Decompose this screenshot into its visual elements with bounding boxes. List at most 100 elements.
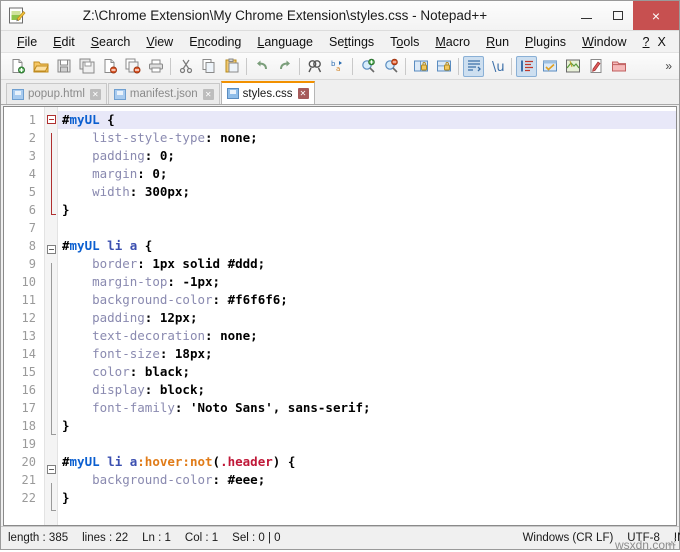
menu-edit[interactable]: Edit (45, 33, 83, 51)
paste-icon[interactable] (221, 56, 242, 77)
fold-cell[interactable] (45, 115, 57, 133)
fold-cell[interactable] (45, 299, 57, 317)
fold-cell[interactable] (45, 465, 57, 483)
fold-cell[interactable] (45, 223, 57, 241)
cut-icon[interactable] (175, 56, 196, 77)
menu-window[interactable]: Window (574, 33, 634, 51)
fold-cell[interactable] (45, 443, 57, 461)
code-line[interactable]: text-decoration: none; (58, 327, 676, 345)
print-icon[interactable] (145, 56, 166, 77)
code-line[interactable]: color: black; (58, 363, 676, 381)
tab-popup-html[interactable]: popup.html ✕ (6, 83, 107, 104)
fold-cell[interactable] (45, 407, 57, 425)
menu-run[interactable]: Run (478, 33, 517, 51)
fold-cell[interactable] (45, 317, 57, 335)
menu-settings[interactable]: Settings (321, 33, 382, 51)
tab-close-icon[interactable]: ✕ (203, 89, 214, 100)
code-line[interactable]: #myUL li a { (58, 237, 676, 255)
zoom-out-icon[interactable] (380, 56, 401, 77)
code-line[interactable]: padding: 12px; (58, 309, 676, 327)
close-document-button[interactable]: X (658, 35, 666, 49)
fold-cell[interactable] (45, 501, 57, 519)
fold-cell[interactable] (45, 389, 57, 407)
fold-toggle-icon[interactable] (47, 115, 56, 124)
redo-icon[interactable] (274, 56, 295, 77)
undo-icon[interactable] (251, 56, 272, 77)
fold-cell[interactable] (45, 205, 57, 223)
code-line[interactable]: font-family: 'Noto Sans', sans-serif; (58, 399, 676, 417)
menu-plugins[interactable]: Plugins (517, 33, 574, 51)
save-icon[interactable] (53, 56, 74, 77)
zoom-in-icon[interactable] (357, 56, 378, 77)
tab-close-icon[interactable]: ✕ (298, 88, 309, 99)
editor-area[interactable]: 12345678910111213141516171819202122 #myU… (3, 106, 677, 526)
user-defined-dialog-icon[interactable] (539, 56, 560, 77)
line-number: 15 (4, 363, 44, 381)
word-wrap-icon[interactable] (463, 56, 484, 77)
code-line[interactable]: } (58, 417, 676, 435)
code-line[interactable]: font-size: 18px; (58, 345, 676, 363)
document-map-icon[interactable] (562, 56, 583, 77)
code-line[interactable]: margin-top: -1px; (58, 273, 676, 291)
code-line[interactable]: } (58, 201, 676, 219)
show-all-characters-icon[interactable]: \u00b6 (486, 56, 507, 77)
open-file-icon[interactable] (30, 56, 51, 77)
code-line[interactable] (58, 219, 676, 237)
code-line[interactable]: display: block; (58, 381, 676, 399)
menu-search[interactable]: Search (83, 33, 139, 51)
code-line[interactable]: background-color: #f6f6f6; (58, 291, 676, 309)
menu-tools[interactable]: Tools (382, 33, 427, 51)
fold-cell[interactable] (45, 187, 57, 205)
code-text[interactable]: #myUL { list-style-type: none; padding: … (58, 107, 676, 525)
sync-vertical-scrolling-icon[interactable] (410, 56, 431, 77)
fold-toggle-icon[interactable] (47, 245, 56, 254)
code-line[interactable]: width: 300px; (58, 183, 676, 201)
fold-cell[interactable] (45, 169, 57, 187)
menu-view[interactable]: View (138, 33, 181, 51)
code-line[interactable]: list-style-type: none; (58, 129, 676, 147)
tab-close-icon[interactable]: ✕ (90, 89, 101, 100)
toolbar-overflow-button[interactable]: » (665, 59, 672, 73)
save-all-icon[interactable] (76, 56, 97, 77)
tab-styles-css[interactable]: styles.css ✕ (221, 81, 315, 104)
code-line[interactable]: border: 1px solid #ddd; (58, 255, 676, 273)
indent-guideline-icon[interactable] (516, 56, 537, 77)
function-list-icon[interactable] (585, 56, 606, 77)
replace-icon[interactable]: ba (327, 56, 348, 77)
menu-encoding[interactable]: Encoding (181, 33, 249, 51)
fold-cell[interactable] (45, 151, 57, 169)
copy-icon[interactable] (198, 56, 219, 77)
find-icon[interactable] (304, 56, 325, 77)
line-number-gutter: 12345678910111213141516171819202122 (4, 107, 44, 525)
menu-file[interactable]: File (9, 33, 45, 51)
line-number: 4 (4, 165, 44, 183)
fold-cell[interactable] (45, 281, 57, 299)
editor-inner[interactable]: 12345678910111213141516171819202122 #myU… (4, 107, 676, 525)
code-line[interactable]: #myUL li a:hover:not(.header) { (58, 453, 676, 471)
code-line[interactable]: #myUL { (58, 111, 676, 129)
code-line[interactable]: background-color: #eee; (58, 471, 676, 489)
fold-toggle-icon[interactable] (47, 465, 56, 474)
tab-manifest-json[interactable]: manifest.json ✕ (108, 83, 220, 104)
fold-cell[interactable] (45, 335, 57, 353)
code-line[interactable]: margin: 0; (58, 165, 676, 183)
new-file-icon[interactable] (7, 56, 28, 77)
menu-language[interactable]: Language (249, 33, 321, 51)
menu-macro[interactable]: Macro (427, 33, 478, 51)
close-file-icon[interactable] (99, 56, 120, 77)
fold-cell[interactable] (45, 425, 57, 443)
folder-as-workspace-icon[interactable] (608, 56, 629, 77)
code-line[interactable]: padding: 0; (58, 147, 676, 165)
code-folding-margin[interactable] (44, 107, 58, 525)
fold-cell[interactable] (45, 483, 57, 501)
fold-cell[interactable] (45, 371, 57, 389)
fold-cell[interactable] (45, 353, 57, 371)
code-line[interactable]: } (58, 489, 676, 507)
fold-cell[interactable] (45, 245, 57, 263)
code-line[interactable] (58, 435, 676, 453)
sync-horizontal-scrolling-icon[interactable] (433, 56, 454, 77)
fold-cell[interactable] (45, 133, 57, 151)
fold-cell[interactable] (45, 263, 57, 281)
menu-help[interactable]: ? (635, 33, 658, 51)
close-all-files-icon[interactable] (122, 56, 143, 77)
